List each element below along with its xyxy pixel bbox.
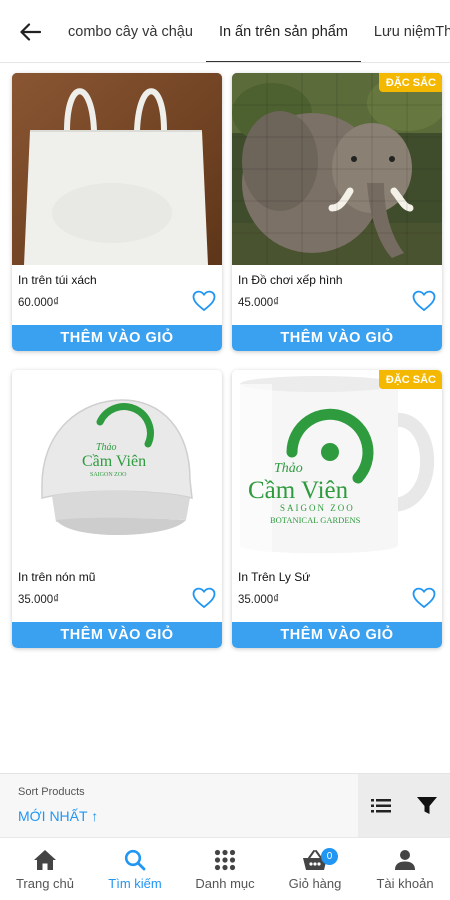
product-card[interactable]: Thảo Cầm Viên SAIGON ZOO BOTANICAL GARDE… xyxy=(232,370,442,648)
bottom-navigation: Trang chủ Tìm kiếm Danh mục 0 Giỏ hàng T… xyxy=(0,837,450,900)
featured-badge: ĐẶC SẮC xyxy=(378,73,442,92)
nav-home[interactable]: Trang chủ xyxy=(0,838,90,900)
featured-badge: ĐẶC SẮC xyxy=(378,370,442,389)
app-screen: combo cây và chậu In ấn trên sản phẩm Lư… xyxy=(0,0,450,900)
logo-line-3: SAIGON ZOO xyxy=(90,472,127,478)
back-button[interactable] xyxy=(14,17,46,47)
grid-icon xyxy=(214,849,236,871)
cap-image: Thảo Cầm Viên SAIGON ZOO xyxy=(12,370,222,562)
add-to-cart-button[interactable]: THÊM VÀO GIỎ xyxy=(232,622,442,648)
nav-label: Giỏ hàng xyxy=(288,876,342,891)
nav-account[interactable]: Tài khoản xyxy=(360,838,450,900)
nav-cart[interactable]: 0 Giỏ hàng xyxy=(270,838,360,900)
arrow-left-icon xyxy=(20,23,41,41)
product-image[interactable]: Thảo Cầm Viên SAIGON ZOO xyxy=(12,370,222,562)
cart-count-badge: 0 xyxy=(321,848,338,865)
favorite-button[interactable] xyxy=(192,587,216,609)
nav-categories[interactable]: Danh mục xyxy=(180,838,270,900)
logo-line-3: SAIGON ZOO xyxy=(280,503,355,513)
nav-label: Danh mục xyxy=(195,876,255,891)
logo-line-4: BOTANICAL GARDENS xyxy=(270,515,361,525)
add-to-cart-button[interactable]: THÊM VÀO GIỎ xyxy=(232,325,442,351)
add-to-cart-button[interactable]: THÊM VÀO GIỎ xyxy=(12,622,222,648)
category-tabs: combo cây và chậu In ấn trên sản phẩm Lư… xyxy=(55,0,450,62)
product-image[interactable]: ĐẶC SẮC xyxy=(232,73,442,265)
list-icon xyxy=(371,799,391,813)
favorite-button[interactable] xyxy=(192,290,216,312)
heart-outline-icon xyxy=(192,290,216,312)
account-icon xyxy=(395,850,415,870)
product-name[interactable]: In Đồ chơi xếp hình xyxy=(238,273,343,287)
product-card[interactable]: In trên túi xách 60.000₫ THÊM VÀO GIỎ xyxy=(12,73,222,351)
favorite-button[interactable] xyxy=(412,290,436,312)
tab-combo-cay-va-chau[interactable]: combo cây và chậu xyxy=(55,0,206,62)
heart-outline-icon xyxy=(412,587,436,609)
product-card[interactable]: Thảo Cầm Viên SAIGON ZOO In trên nón mũ … xyxy=(12,370,222,648)
product-price: 35.000₫ xyxy=(238,594,280,606)
filter-icon xyxy=(417,797,437,814)
product-card[interactable]: ĐẶC SẮC In Đồ chơi xếp hình 45.000₫ THÊM… xyxy=(232,73,442,351)
heart-outline-icon xyxy=(192,587,216,609)
logo-line-2: Cầm Viên xyxy=(82,453,146,470)
product-price: 45.000₫ xyxy=(238,297,280,309)
sort-bar: Sort Products MỚI NHẤT ↑ xyxy=(0,773,450,838)
mug-image: Thảo Cầm Viên SAIGON ZOO BOTANICAL GARDE… xyxy=(232,370,442,562)
product-name[interactable]: In trên túi xách xyxy=(18,273,97,287)
tote-bag-image xyxy=(12,73,222,265)
tab-label: In ấn trên sản phẩm xyxy=(218,23,348,40)
logo-line-2: Cầm Viên xyxy=(248,477,349,504)
list-view-button[interactable] xyxy=(367,792,395,820)
sort-order-button[interactable]: MỚI NHẤT ↑ xyxy=(18,808,98,824)
tab-in-an-tren-san-pham[interactable]: In ấn trên sản phẩm xyxy=(205,0,361,62)
filter-button[interactable] xyxy=(413,792,441,820)
product-image[interactable]: Thảo Cầm Viên SAIGON ZOO BOTANICAL GARDE… xyxy=(232,370,442,562)
tab-luu-niem[interactable]: Lưu niệmTh xyxy=(361,0,450,62)
logo-line-1: Thảo xyxy=(274,461,303,476)
nav-label: Trang chủ xyxy=(15,876,75,891)
nav-label: Tài khoản xyxy=(376,876,434,891)
logo-line-1: Thảo xyxy=(96,442,117,453)
home-icon xyxy=(34,850,56,870)
elephant-puzzle-image xyxy=(232,73,442,265)
product-price: 35.000₫ xyxy=(18,594,60,606)
add-to-cart-button[interactable]: THÊM VÀO GIỎ xyxy=(12,325,222,351)
view-tools xyxy=(358,774,450,838)
favorite-button[interactable] xyxy=(412,587,436,609)
category-tab-bar: combo cây và chậu In ấn trên sản phẩm Lư… xyxy=(0,0,450,63)
product-name[interactable]: In trên nón mũ xyxy=(18,570,95,584)
tab-label: combo cây và chậu xyxy=(68,23,193,40)
nav-search[interactable]: Tìm kiếm xyxy=(90,838,180,900)
product-name[interactable]: In Trên Ly Sứ xyxy=(238,570,310,584)
heart-outline-icon xyxy=(412,290,436,312)
product-price: 60.000₫ xyxy=(18,297,60,309)
search-icon xyxy=(124,849,146,871)
nav-label: Tìm kiếm xyxy=(108,876,162,891)
sort-label: Sort Products xyxy=(18,786,85,798)
product-image[interactable] xyxy=(12,73,222,265)
tab-label: Lưu niệmTh xyxy=(373,23,450,40)
